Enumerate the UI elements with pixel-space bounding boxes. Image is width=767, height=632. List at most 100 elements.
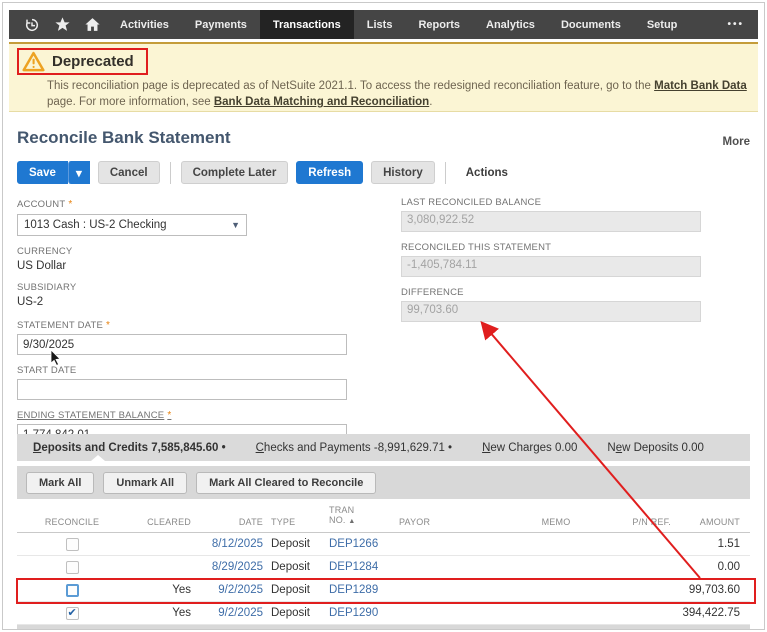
start-date-label: START DATE <box>17 365 349 376</box>
nav-item-documents[interactable]: Documents <box>548 10 634 39</box>
page-title: Reconcile Bank Statement <box>17 128 231 148</box>
window-frame: Activities Payments Transactions Lists R… <box>2 2 765 630</box>
currency-value: US Dollar <box>17 260 349 272</box>
date-link[interactable]: 8/12/2025 <box>191 538 263 550</box>
type-cell: Deposit <box>263 584 323 596</box>
list-action-strip: Mark All Unmark All Mark All Cleared to … <box>17 466 750 499</box>
actions-menu[interactable]: Actions <box>466 167 508 179</box>
tran-no-link[interactable]: DEP1289 <box>323 584 393 596</box>
more-button[interactable]: More <box>723 136 750 148</box>
banner-message: This reconciliation page is deprecated a… <box>47 78 747 110</box>
table-row-highlighted: Yes 9/2/2025 Deposit DEP1289 99,703.60 <box>17 579 750 602</box>
tran-no-link[interactable]: DEP1290 <box>323 607 393 619</box>
col-header-amount[interactable]: AMOUNT <box>675 517 750 532</box>
col-header-cleared[interactable]: CLEARED <box>127 517 191 532</box>
amount-cell: 0.00 <box>675 561 750 573</box>
nav-overflow-menu[interactable]: ••• <box>713 10 758 39</box>
col-header-date[interactable]: DATE <box>191 517 263 532</box>
amount-cell: 99,703.60 <box>675 584 750 596</box>
nav-item-reports[interactable]: Reports <box>405 10 473 39</box>
col-header-reconcile: RECONCILE <box>17 517 127 532</box>
date-link[interactable]: 9/2/2025 <box>191 584 263 596</box>
reconciled-this-statement-label: RECONCILED THIS STATEMENT <box>401 242 708 253</box>
subsidiary-label: SUBSIDIARY <box>17 282 349 293</box>
currency-label: CURRENCY <box>17 246 349 257</box>
start-date-input[interactable] <box>17 379 347 400</box>
tran-no-link[interactable]: DEP1284 <box>323 561 393 573</box>
bank-data-matching-link[interactable]: Bank Data Matching and Reconciliation <box>214 96 429 108</box>
mark-all-button[interactable]: Mark All <box>26 472 94 494</box>
tab-checks-and-payments[interactable]: Checks and Payments -8,991,629.71 • <box>256 442 452 454</box>
history-button[interactable]: History <box>371 161 435 184</box>
subsidiary-value: US-2 <box>17 296 349 308</box>
mark-all-cleared-button[interactable]: Mark All Cleared to Reconcile <box>196 472 376 494</box>
reconcile-checkbox[interactable] <box>66 607 79 620</box>
save-dropdown-caret[interactable]: ▾ <box>68 161 90 184</box>
col-header-type[interactable]: TYPE <box>263 517 323 532</box>
type-cell: Deposit <box>263 538 323 550</box>
recent-records-icon[interactable] <box>17 10 47 39</box>
banner-text-before: This reconciliation page is deprecated a… <box>47 80 654 92</box>
toolbar: Save ▾ Cancel Complete Later Refresh His… <box>17 161 750 184</box>
nav-item-transactions[interactable]: Transactions <box>260 10 354 39</box>
chevron-down-icon: ▼ <box>231 220 240 230</box>
sort-ascending-icon: ▲ <box>348 518 355 525</box>
top-nav: Activities Payments Transactions Lists R… <box>9 10 758 39</box>
nav-item-setup[interactable]: Setup <box>634 10 691 39</box>
home-icon[interactable] <box>77 10 107 39</box>
amount-cell: 394,422.75 <box>675 607 750 619</box>
last-reconciled-balance-label: LAST RECONCILED BALANCE <box>401 197 708 208</box>
account-select[interactable]: 1013 Cash : US-2 Checking ▼ <box>17 214 247 236</box>
col-header-memo[interactable]: MEMO <box>493 517 619 532</box>
warning-icon <box>22 51 45 72</box>
toolbar-divider <box>170 162 171 184</box>
col-header-pn-ref[interactable]: P/N REF. <box>619 517 675 532</box>
col-header-tran-no[interactable]: TRAN NO. ▲ <box>323 505 393 532</box>
refresh-button[interactable]: Refresh <box>296 161 363 184</box>
reconciled-this-statement-value: -1,405,784.11 <box>401 256 701 277</box>
last-reconciled-balance-value: 3,080,922.52 <box>401 211 701 232</box>
deprecation-banner: Deprecated This reconciliation page is d… <box>9 42 758 112</box>
ending-statement-balance-label: ENDING STATEMENT BALANCE* <box>17 410 349 421</box>
cleared-cell: Yes <box>127 584 191 596</box>
save-button[interactable]: Save <box>17 161 68 184</box>
type-cell: Deposit <box>263 561 323 573</box>
col-header-payor[interactable]: PAYOR <box>393 517 493 532</box>
match-bank-data-link[interactable]: Match Bank Data <box>654 80 747 92</box>
reconcile-checkbox[interactable] <box>66 538 79 551</box>
sublist-tabs: Deposits and Credits 7,585,845.60 • Chec… <box>17 434 750 461</box>
reconcile-checkbox[interactable] <box>66 561 79 574</box>
nav-item-lists[interactable]: Lists <box>354 10 406 39</box>
account-value: 1013 Cash : US-2 Checking <box>24 219 167 231</box>
tran-no-link[interactable]: DEP1266 <box>323 538 393 550</box>
reconcile-form: ACCOUNT* 1013 Cash : US-2 Checking ▼ CUR… <box>17 193 750 425</box>
complete-later-button[interactable]: Complete Later <box>181 161 289 184</box>
banner-text-after: . <box>429 96 432 108</box>
unmark-all-button[interactable]: Unmark All <box>103 472 187 494</box>
table-row: Yes 9/2/2025 Deposit DEP1290 394,422.75 <box>17 602 750 625</box>
statement-date-label: STATEMENT DATE* <box>17 320 349 331</box>
table-row: 8/12/2025 Deposit DEP1266 1.51 <box>17 533 750 556</box>
cancel-button[interactable]: Cancel <box>98 161 160 184</box>
reconcile-checkbox[interactable] <box>66 584 79 597</box>
statement-date-input[interactable] <box>17 334 347 355</box>
amount-cell: 1.51 <box>675 538 750 550</box>
table-row: 8/29/2025 Deposit DEP1284 0.00 <box>17 556 750 579</box>
account-label: ACCOUNT* <box>17 199 349 210</box>
tab-deposits-and-credits[interactable]: Deposits and Credits 7,585,845.60 • <box>33 442 226 454</box>
banner-text-middle: page. For more information, see <box>47 96 214 108</box>
shortcuts-icon[interactable] <box>47 10 77 39</box>
difference-value: 99,703.60 <box>401 301 701 322</box>
table-header: RECONCILE CLEARED DATE TYPE TRAN NO. ▲ P… <box>17 499 750 533</box>
toolbar-divider <box>445 162 446 184</box>
tab-new-deposits[interactable]: New Deposits 0.00 <box>607 442 704 454</box>
difference-label: DIFFERENCE <box>401 287 708 298</box>
nav-item-payments[interactable]: Payments <box>182 10 260 39</box>
date-link[interactable]: 8/29/2025 <box>191 561 263 573</box>
tab-new-charges[interactable]: New Charges 0.00 <box>482 442 577 454</box>
nav-item-activities[interactable]: Activities <box>107 10 182 39</box>
date-link[interactable]: 9/2/2025 <box>191 607 263 619</box>
nav-item-analytics[interactable]: Analytics <box>473 10 548 39</box>
banner-title: Deprecated <box>52 53 134 70</box>
list-footer-strip <box>17 625 750 630</box>
